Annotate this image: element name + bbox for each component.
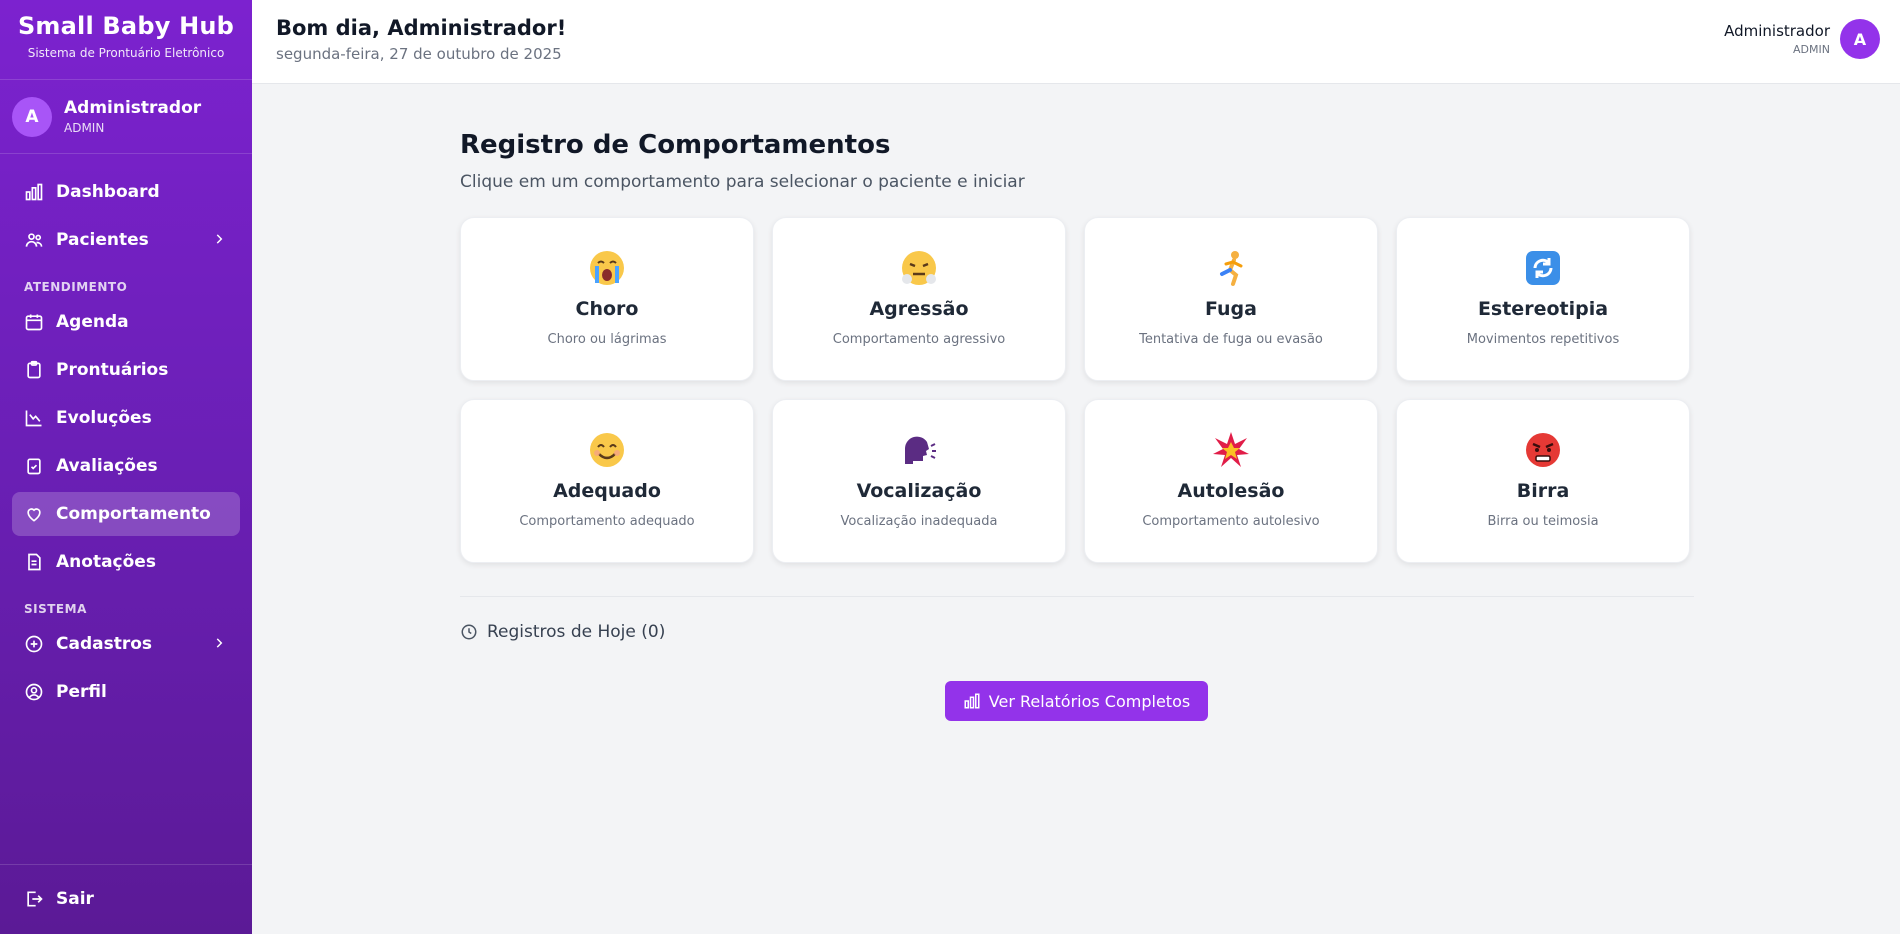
sidebar-item-perfil[interactable]: Perfil [12, 670, 240, 714]
sidebar-item-label: Evoluções [56, 408, 152, 428]
top-header: Bom dia, Administrador! segunda-feira, 2… [252, 0, 1900, 84]
header-user[interactable]: Administrador ADMIN [1724, 22, 1830, 56]
clipboard-icon [24, 360, 44, 380]
logout-label: Sair [56, 889, 94, 909]
sidebar-item-agenda[interactable]: Agenda [12, 300, 240, 344]
app-name: Small Baby Hub [17, 12, 235, 40]
file-text-icon [24, 552, 44, 572]
user-circle-icon [24, 682, 44, 702]
today-records: Registros de Hoje (0) [460, 622, 1694, 642]
logout-button[interactable]: Sair [12, 877, 240, 921]
behavior-card-fuga[interactable]: Fuga Tentativa de fuga ou evasão [1084, 217, 1378, 381]
angry-face-icon [1523, 430, 1563, 470]
behavior-name: Fuga [1205, 298, 1257, 320]
behavior-card-estereotipia[interactable]: Estereotipia Movimentos repetitivos [1396, 217, 1690, 381]
speaking-head-icon [899, 430, 939, 470]
section-label-atendimento: ATENDIMENTO [24, 280, 128, 294]
collision-icon [1211, 430, 1251, 470]
today-records-label: Registros de Hoje (0) [487, 622, 666, 642]
app-subtitle: Sistema de Prontuário Eletrônico [27, 46, 225, 60]
plus-circle-icon [24, 634, 44, 654]
view-reports-button[interactable]: Ver Relatórios Completos [945, 681, 1208, 721]
behavior-desc: Comportamento adequado [519, 514, 695, 529]
current-date: segunda-feira, 27 de outubro de 2025 [276, 45, 562, 63]
behavior-name: Autolesão [1177, 480, 1285, 502]
behavior-card-vocalizacao[interactable]: Vocalização Vocalização inadequada [772, 399, 1066, 563]
sidebar-item-comportamento[interactable]: Comportamento [12, 492, 240, 536]
clipboard-check-icon [24, 456, 44, 476]
sidebar-item-label: Comportamento [56, 504, 211, 524]
bar-chart-icon [24, 182, 44, 202]
behavior-desc: Comportamento autolesivo [1142, 514, 1320, 529]
sidebar-nav: Dashboard Pacientes ATENDIMENTO Agenda P… [0, 154, 252, 714]
behavior-grid: Choro Choro ou lágrimas Agressão Comport… [460, 217, 1694, 563]
sidebar-item-label: Agenda [56, 312, 129, 332]
sidebar-item-evolucoes[interactable]: Evoluções [12, 396, 240, 440]
behavior-name: Birra [1516, 480, 1570, 502]
behavior-desc: Tentativa de fuga ou evasão [1139, 332, 1323, 347]
running-person-icon [1211, 248, 1251, 288]
behavior-card-agressao[interactable]: Agressão Comportamento agressivo [772, 217, 1066, 381]
page-title: Registro de Comportamentos [460, 130, 891, 160]
repeat-arrows-icon [1523, 248, 1563, 288]
behavior-desc: Vocalização inadequada [840, 514, 998, 529]
sidebar-user: A Administrador ADMIN [0, 80, 252, 154]
header-user-name: Administrador [1724, 22, 1830, 40]
sidebar-item-label: Avaliações [56, 456, 158, 476]
crying-face-icon [587, 248, 627, 288]
behavior-card-birra[interactable]: Birra Birra ou teimosia [1396, 399, 1690, 563]
sidebar-item-cadastros[interactable]: Cadastros [12, 622, 240, 666]
bar-chart-icon [964, 693, 980, 709]
users-icon [24, 230, 44, 250]
greeting: Bom dia, Administrador! [276, 16, 567, 40]
behavior-name: Vocalização [856, 480, 982, 502]
sidebar-item-pacientes[interactable]: Pacientes [12, 218, 240, 262]
sidebar-item-prontuarios[interactable]: Prontuários [12, 348, 240, 392]
calendar-icon [24, 312, 44, 332]
sidebar-item-label: Anotações [56, 552, 156, 572]
logout-icon [24, 889, 44, 909]
sidebar-item-dashboard[interactable]: Dashboard [12, 170, 240, 214]
sidebar-item-label: Prontuários [56, 360, 169, 380]
behavior-name: Choro [575, 298, 639, 320]
header-avatar[interactable]: A [1840, 19, 1880, 59]
sidebar: Small Baby Hub Sistema de Prontuário Ele… [0, 0, 252, 934]
chart-line-icon [24, 408, 44, 428]
view-reports-label: Ver Relatórios Completos [988, 691, 1191, 711]
clock-icon [461, 624, 477, 640]
sidebar-item-label: Perfil [56, 682, 107, 702]
page-subtitle: Clique em um comportamento para selecion… [460, 172, 1025, 192]
sidebar-item-avaliacoes[interactable]: Avaliações [12, 444, 240, 488]
brand: Small Baby Hub Sistema de Prontuário Ele… [0, 0, 252, 80]
sidebar-item-label: Cadastros [56, 634, 153, 654]
divider [460, 596, 1694, 597]
behavior-card-autolesao[interactable]: Autolesão Comportamento autolesivo [1084, 399, 1378, 563]
steam-face-icon [899, 248, 939, 288]
sidebar-user-name: Administrador [64, 98, 202, 118]
header-user-role: ADMIN [1793, 43, 1830, 56]
logout-area: Sair [0, 864, 252, 934]
chevron-right-icon [216, 234, 223, 244]
avatar: A [12, 96, 52, 137]
behavior-name: Estereotipia [1477, 298, 1609, 320]
chevron-right-icon [216, 638, 223, 648]
sidebar-user-role: ADMIN [64, 121, 105, 135]
smiling-face-icon [587, 430, 627, 470]
sidebar-item-label: Dashboard [56, 182, 160, 202]
behavior-desc: Comportamento agressivo [832, 332, 1006, 347]
behavior-name: Adequado [553, 480, 661, 502]
behavior-card-choro[interactable]: Choro Choro ou lágrimas [460, 217, 754, 381]
main-content: Registro de Comportamentos Clique em um … [460, 130, 1694, 721]
sidebar-item-label: Pacientes [56, 230, 149, 250]
behavior-card-adequado[interactable]: Adequado Comportamento adequado [460, 399, 754, 563]
behavior-desc: Birra ou teimosia [1487, 514, 1599, 529]
heart-icon [24, 504, 44, 524]
behavior-desc: Choro ou lágrimas [547, 332, 667, 347]
section-label-sistema: SISTEMA [24, 602, 87, 616]
behavior-name: Agressão [869, 298, 969, 320]
behavior-desc: Movimentos repetitivos [1466, 332, 1620, 347]
sidebar-item-anotacoes[interactable]: Anotações [12, 540, 240, 584]
